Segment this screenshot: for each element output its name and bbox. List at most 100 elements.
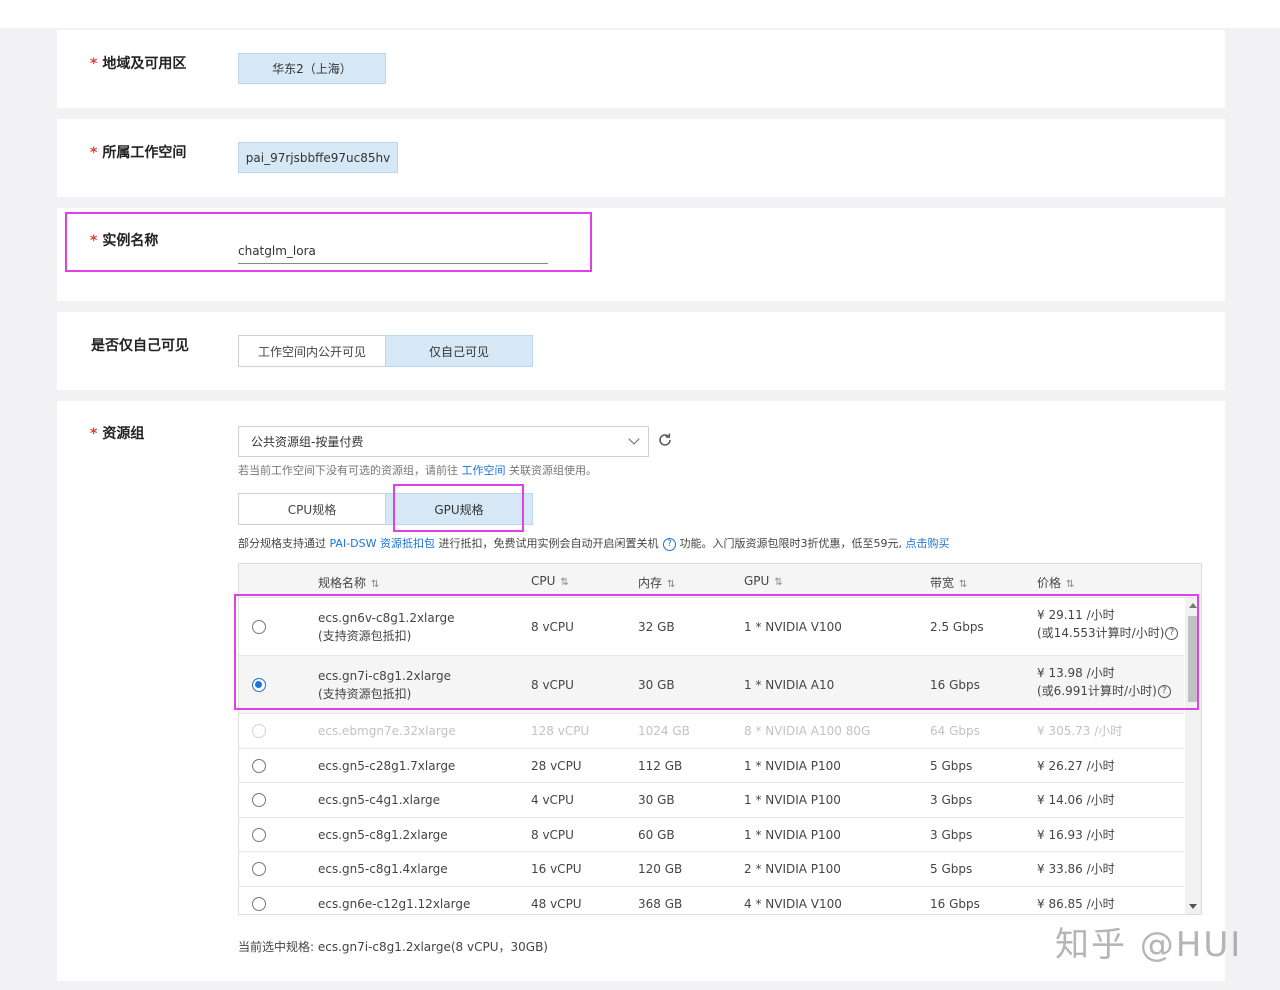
required-mark: * bbox=[90, 145, 98, 161]
visibility-public-option[interactable]: 工作空间内公开可见 bbox=[238, 335, 386, 367]
spec-name: ecs.gn5-c4g1.xlarge bbox=[318, 793, 441, 807]
spec-cpu: 4 vCPU bbox=[531, 793, 574, 807]
spec-bandwidth: 3 Gbps bbox=[930, 793, 973, 807]
spec-cpu: 8 vCPU bbox=[531, 678, 574, 692]
spec-name: ecs.gn5-c8g1.4xlarge bbox=[318, 862, 448, 876]
scrollbar-thumb[interactable] bbox=[1188, 616, 1197, 702]
resource-group-select[interactable]: 公共资源组-按量付费 bbox=[238, 426, 649, 457]
spec-price: ¥ 16.93 /小时 bbox=[1037, 828, 1115, 842]
workspace-tag[interactable]: pai_97rjsbbffe97uc85hv bbox=[238, 142, 398, 173]
spec-bandwidth: 16 Gbps bbox=[930, 678, 980, 692]
row-radio[interactable] bbox=[252, 897, 266, 911]
spec-name: ecs.gn5-c8g1.2xlarge bbox=[318, 828, 448, 842]
sort-icon[interactable]: ⇅ bbox=[560, 577, 568, 588]
sort-icon[interactable]: ⇅ bbox=[774, 577, 782, 588]
col-bandwidth[interactable]: 带宽 ⇅ bbox=[930, 574, 967, 591]
chevron-down-icon bbox=[628, 433, 640, 445]
table-row[interactable]: ecs.gn5-c4g1.xlarge 4 vCPU 30 GB 1 * NVI… bbox=[239, 783, 1184, 818]
row-radio-selected[interactable] bbox=[252, 678, 266, 692]
spec-cpu: 8 vCPU bbox=[531, 828, 574, 842]
visibility-private-option[interactable]: 仅自己可见 bbox=[385, 335, 533, 367]
required-mark: * bbox=[90, 233, 98, 249]
spec-mem: 30 GB bbox=[638, 793, 675, 807]
spec-mem: 112 GB bbox=[638, 759, 683, 773]
col-price[interactable]: 价格 ⇅ bbox=[1037, 574, 1074, 591]
spec-cpu: 28 vCPU bbox=[531, 759, 582, 773]
spec-bandwidth: 2.5 Gbps bbox=[930, 620, 984, 634]
sort-icon[interactable]: ⇅ bbox=[959, 579, 967, 590]
row-radio[interactable] bbox=[252, 793, 266, 807]
table-row-disabled: ecs.ebmgn7e.32xlarge 128 vCPU 1024 GB 8 … bbox=[239, 714, 1184, 749]
table-row[interactable]: ecs.gn5-c8g1.4xlarge 16 vCPU 120 GB 2 * … bbox=[239, 852, 1184, 887]
watermark: 知乎 @HUI bbox=[1055, 925, 1243, 965]
sort-icon[interactable]: ⇅ bbox=[371, 579, 379, 590]
spec-note: (支持资源包抵扣) bbox=[318, 687, 412, 701]
buy-link[interactable]: 点击购买 bbox=[906, 537, 950, 550]
resource-label: * 资源组 bbox=[90, 426, 145, 442]
row-radio[interactable] bbox=[252, 620, 266, 634]
sort-icon[interactable]: ⇅ bbox=[667, 579, 675, 590]
help-icon[interactable]: ? bbox=[1165, 627, 1179, 640]
region-tag[interactable]: 华东2（上海） bbox=[238, 53, 386, 84]
table-row[interactable]: ecs.gn6e-c12g1.12xlarge 48 vCPU 368 GB 4… bbox=[239, 887, 1184, 914]
spec-price: ¥ 33.86 /小时 bbox=[1037, 862, 1115, 876]
spec-mem: 32 GB bbox=[638, 620, 675, 634]
instance-label: * 实例名称 bbox=[90, 233, 159, 249]
workspace-link[interactable]: 工作空间 bbox=[462, 464, 506, 477]
spec-name: ecs.gn6v-c8g1.2xlarge (支持资源包抵扣) bbox=[318, 611, 455, 643]
help-icon[interactable]: ? bbox=[663, 537, 676, 551]
spec-mem: 368 GB bbox=[638, 897, 683, 911]
row-radio[interactable] bbox=[252, 828, 266, 842]
spec-cpu: 128 vCPU bbox=[531, 724, 590, 738]
table-row[interactable]: ecs.gn5-c28g1.7xlarge 28 vCPU 112 GB 1 *… bbox=[239, 749, 1184, 783]
tab-gpu[interactable]: GPU规格 bbox=[385, 493, 533, 525]
col-gpu[interactable]: GPU ⇅ bbox=[744, 574, 783, 588]
resource-notice: 部分规格支持通过 PAI-DSW 资源抵扣包 进行抵扣，免费试用实例会自动开启闲… bbox=[238, 537, 950, 551]
spec-bandwidth: 16 Gbps bbox=[930, 897, 980, 911]
spec-name: ecs.gn7i-c8g1.2xlarge (支持资源包抵扣) bbox=[318, 669, 452, 701]
row-radio[interactable] bbox=[252, 759, 266, 773]
col-cpu[interactable]: CPU ⇅ bbox=[531, 574, 569, 588]
table-row[interactable]: ecs.gn6v-c8g1.2xlarge (支持资源包抵扣) 8 vCPU 32… bbox=[239, 598, 1184, 656]
table-row[interactable]: ecs.gn5-c8g1.2xlarge 8 vCPU 60 GB 1 * NV… bbox=[239, 818, 1184, 852]
spec-gpu: 4 * NVIDIA V100 bbox=[744, 897, 842, 911]
instance-card: * 实例名称 bbox=[57, 208, 1225, 301]
region-label: * 地域及可用区 bbox=[90, 56, 187, 72]
col-mem[interactable]: 内存 ⇅ bbox=[638, 574, 675, 591]
scroll-up-icon[interactable] bbox=[1189, 603, 1197, 608]
spec-name: ecs.gn5-c28g1.7xlarge bbox=[318, 759, 456, 773]
spec-price: ¥ 86.85 /小时 bbox=[1037, 897, 1115, 911]
table-header: 规格名称 ⇅ CPU ⇅ 内存 ⇅ GPU ⇅ 带宽 ⇅ 价格 ⇅ bbox=[239, 564, 1201, 598]
sort-icon[interactable]: ⇅ bbox=[1066, 579, 1074, 590]
spec-gpu: 1 * NVIDIA V100 bbox=[744, 620, 842, 634]
dsw-package-link[interactable]: PAI-DSW 资源抵扣包 bbox=[330, 537, 436, 550]
spec-cpu: 48 vCPU bbox=[531, 897, 582, 911]
refresh-icon[interactable] bbox=[656, 431, 674, 449]
workspace-label: * 所属工作空间 bbox=[90, 145, 187, 161]
region-card: * 地域及可用区 华东2（上海） bbox=[57, 30, 1225, 108]
row-radio[interactable] bbox=[252, 862, 266, 876]
spec-gpu: 1 * NVIDIA P100 bbox=[744, 759, 841, 773]
instance-name-input[interactable] bbox=[238, 238, 548, 264]
spec-price: ¥ 29.11 /小时 (或14.553计算时/小时)? bbox=[1037, 606, 1179, 642]
spec-bandwidth: 3 Gbps bbox=[930, 828, 973, 842]
visibility-card: 是否仅自己可见 工作空间内公开可见 仅自己可见 bbox=[57, 312, 1225, 390]
spec-name: ecs.gn6e-c12g1.12xlarge bbox=[318, 897, 471, 911]
spec-gpu: 1 * NVIDIA P100 bbox=[744, 793, 841, 807]
tab-cpu[interactable]: CPU规格 bbox=[238, 493, 386, 525]
spec-mem: 60 GB bbox=[638, 828, 675, 842]
spec-price: ¥ 26.27 /小时 bbox=[1037, 759, 1115, 773]
table-scrollbar[interactable] bbox=[1185, 598, 1201, 914]
table-row-selected[interactable]: ecs.gn7i-c8g1.2xlarge (支持资源包抵扣) 8 vCPU 30… bbox=[239, 656, 1184, 714]
spec-table: 规格名称 ⇅ CPU ⇅ 内存 ⇅ GPU ⇅ 带宽 ⇅ 价格 ⇅ ecs.gn6v-c8g… bbox=[238, 563, 1202, 915]
resource-hint: 若当前工作空间下没有可选的资源组，请前往 工作空间 关联资源组使用。 bbox=[238, 464, 597, 477]
help-icon[interactable]: ? bbox=[1157, 685, 1171, 698]
spec-mem: 30 GB bbox=[638, 678, 675, 692]
spec-bandwidth: 5 Gbps bbox=[930, 759, 973, 773]
workspace-card: * 所属工作空间 pai_97rjsbbffe97uc85hv bbox=[57, 119, 1225, 197]
col-name[interactable]: 规格名称 ⇅ bbox=[318, 574, 379, 591]
scroll-down-icon[interactable] bbox=[1189, 904, 1197, 909]
spec-cpu: 16 vCPU bbox=[531, 862, 582, 876]
required-mark: * bbox=[90, 426, 98, 442]
required-mark: * bbox=[90, 56, 98, 72]
